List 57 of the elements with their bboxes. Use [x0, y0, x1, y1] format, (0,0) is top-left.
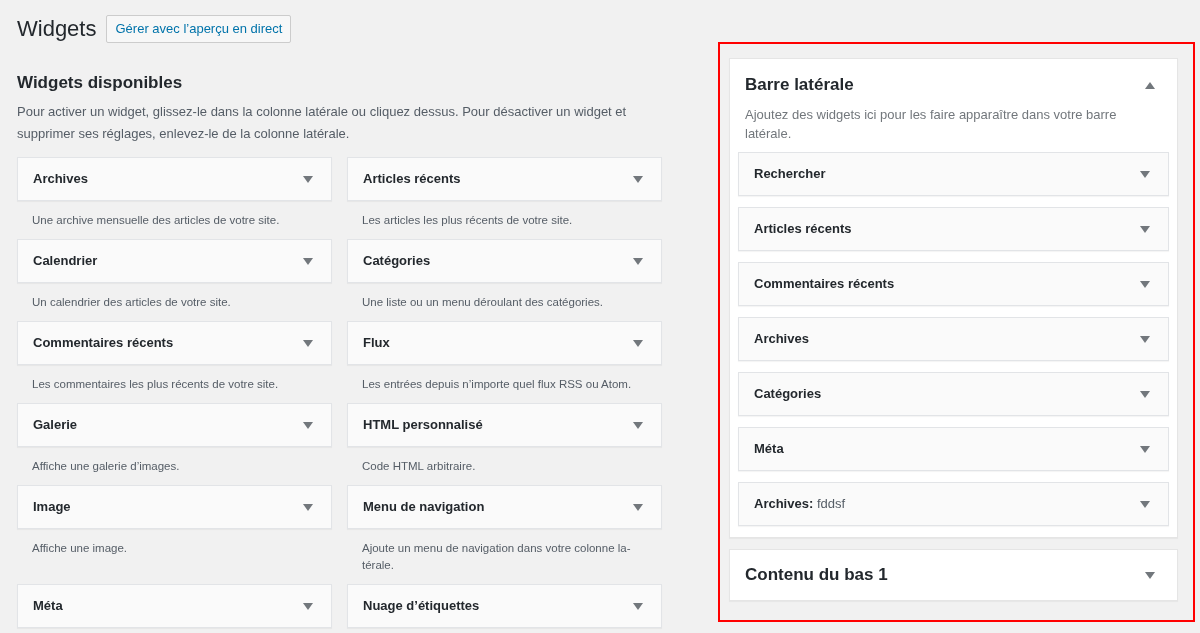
widget-item[interactable]: Méta — [738, 427, 1169, 471]
widget-item[interactable]: Méta — [17, 584, 332, 628]
expand-arrow-icon — [633, 339, 643, 347]
widget-description: Les entrées depuis n’importe quel flux RSS ou Atom. — [361, 377, 633, 392]
widget-item[interactable]: Galerie — [17, 403, 332, 447]
widget-item[interactable]: Rechercher — [738, 152, 1169, 196]
widget-description: Une liste ou un menu déroulant des catégories. — [361, 295, 604, 310]
widget-description: Les commentaires les plus récents de votre site. — [31, 377, 280, 392]
widget-description: Les articles les plus récents de votre site. — [361, 213, 574, 228]
widget-item[interactable]: Flux — [347, 321, 662, 365]
widget-description: Code HTML arbitraire. — [361, 459, 477, 474]
expand-arrow-icon — [303, 257, 313, 265]
widget-item[interactable]: Archives: fddsf — [738, 482, 1169, 526]
widget-item[interactable]: Nuage d’étiquettes — [347, 584, 662, 628]
widget-description: Une archive mensuelle des articles de votre site. — [31, 213, 281, 228]
widget-item[interactable]: Menu de navigation — [347, 485, 662, 529]
expand-arrow-icon — [303, 175, 313, 183]
widget-item[interactable]: Commentaires récents — [17, 321, 332, 365]
expand-arrow-icon — [303, 339, 313, 347]
widget-item[interactable]: Articles récents — [738, 207, 1169, 251]
sidebar-header[interactable]: Barre latérale — [730, 59, 1177, 97]
widget-description: Affiche une image. — [31, 541, 129, 556]
expand-arrow-icon — [1140, 225, 1150, 233]
expand-arrow-icon — [633, 602, 643, 610]
expand-arrow-icon — [633, 175, 643, 183]
widget-description: Ajoute un menu de navigation dans votre colonne la-térale. — [361, 541, 632, 573]
widget-item[interactable]: Articles récents — [347, 157, 662, 201]
expand-arrow-icon — [1145, 571, 1155, 579]
live-preview-button[interactable]: Gérer avec l’aperçu en direct — [106, 15, 292, 43]
expand-arrow-icon — [1140, 445, 1150, 453]
section-description: Pour activer un widget, glissez-le dans la colonne latérale ou cliquez dessus. Pour désactiver un widget et supprimer ses réglages, enlevez-le de la colonne latérale. — [17, 103, 628, 143]
expand-arrow-icon — [303, 602, 313, 610]
widget-item[interactable]: Calendrier — [17, 239, 332, 283]
expand-arrow-icon — [1140, 500, 1150, 508]
sidebar-description: Ajoutez des widgets ici pour les faire apparaître dans votre barre latérale. — [745, 106, 1118, 143]
expand-arrow-icon — [1140, 170, 1150, 178]
expand-arrow-icon — [1140, 280, 1150, 288]
sidebar-header[interactable]: Contenu du bas 1 — [730, 550, 1177, 600]
expand-arrow-icon — [633, 257, 643, 265]
widget-description: Un calendrier des articles de votre site. — [31, 295, 232, 310]
expand-arrow-icon — [1140, 335, 1150, 343]
expand-arrow-icon — [303, 503, 313, 511]
collapse-arrow-icon — [1145, 81, 1155, 89]
widget-item[interactable]: Commentaires récents — [738, 262, 1169, 306]
expand-arrow-icon — [1140, 390, 1150, 398]
widget-item[interactable]: HTML personnalisé — [347, 403, 662, 447]
widget-item[interactable]: Image — [17, 485, 332, 529]
widget-item[interactable]: Catégories — [738, 372, 1169, 416]
expand-arrow-icon — [303, 421, 313, 429]
section-title: Widgets disponibles — [17, 72, 184, 94]
widget-item[interactable]: Archives — [17, 157, 332, 201]
page-title: Widgets — [17, 15, 97, 43]
widget-description: Affiche une galerie d’images. — [31, 459, 181, 474]
expand-arrow-icon — [633, 421, 643, 429]
expand-arrow-icon — [633, 503, 643, 511]
widget-item[interactable]: Archives — [738, 317, 1169, 361]
widget-item[interactable]: Catégories — [347, 239, 662, 283]
